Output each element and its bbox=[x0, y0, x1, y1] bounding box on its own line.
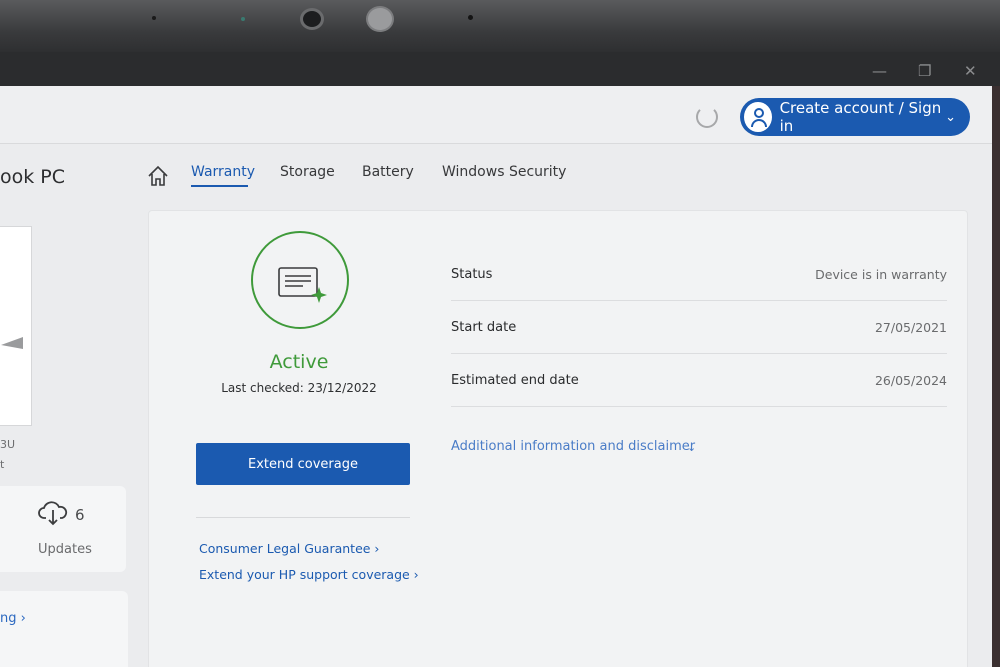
sidebar-card: ng › bbox=[0, 591, 128, 667]
info-value: 26/05/2024 bbox=[874, 373, 947, 388]
info-label: Estimated end date bbox=[451, 373, 579, 388]
tab-warranty[interactable]: Warranty bbox=[191, 164, 255, 180]
bezel-sensor bbox=[152, 16, 156, 20]
laptop-image bbox=[1, 337, 23, 349]
refresh-icon[interactable] bbox=[696, 106, 718, 128]
info-value: 27/05/2021 bbox=[874, 320, 947, 335]
warranty-card: Active Last checked: 23/12/2022 Extend c… bbox=[148, 210, 968, 667]
device-image-card bbox=[0, 226, 32, 426]
info-label: Status bbox=[451, 267, 493, 282]
device-title: ook PC bbox=[0, 166, 66, 188]
info-row-end-date: Estimated end date 26/05/2024 bbox=[451, 355, 947, 407]
device-spec-text: 3U bbox=[0, 438, 16, 451]
warranty-status-text: Active bbox=[269, 351, 329, 373]
bezel-mic bbox=[468, 15, 473, 20]
bezel-sensor-light bbox=[241, 17, 245, 21]
updates-card[interactable]: 6 Updates bbox=[0, 486, 126, 572]
tab-windows-security[interactable]: Windows Security bbox=[442, 164, 566, 180]
active-tab-indicator bbox=[191, 185, 248, 187]
minimize-button[interactable]: — bbox=[872, 62, 887, 80]
close-button[interactable]: ✕ bbox=[964, 62, 977, 80]
device-spec-text: t bbox=[0, 458, 5, 471]
warranty-document-icon bbox=[278, 267, 327, 303]
signin-label: Create account / Sign in bbox=[779, 99, 942, 135]
warranty-badge bbox=[251, 231, 349, 329]
laptop-bezel-side bbox=[992, 86, 1000, 667]
cloud-download-icon bbox=[38, 501, 68, 526]
info-label: Start date bbox=[451, 320, 517, 335]
signin-button[interactable]: Create account / Sign in ⌄ bbox=[740, 98, 970, 136]
updates-count: 6 bbox=[75, 506, 85, 524]
chevron-down-icon[interactable]: ⌄ bbox=[687, 441, 696, 454]
laptop-bezel bbox=[0, 0, 1000, 52]
webcam bbox=[300, 8, 324, 30]
webcam-shutter bbox=[366, 6, 394, 32]
info-row-start-date: Start date 27/05/2021 bbox=[451, 302, 947, 354]
app-header: Create account / Sign in ⌄ bbox=[0, 86, 992, 144]
tab-storage[interactable]: Storage bbox=[280, 164, 335, 180]
sidebar-link[interactable]: ng › bbox=[0, 611, 26, 626]
info-value: Device is in warranty bbox=[815, 267, 947, 282]
info-row-status: Status Device is in warranty bbox=[451, 249, 947, 301]
last-checked-text: Last checked: 23/12/2022 bbox=[221, 381, 377, 395]
divider bbox=[196, 517, 410, 518]
chevron-down-icon: ⌄ bbox=[945, 109, 956, 125]
consumer-legal-guarantee-link[interactable]: Consumer Legal Guarantee › bbox=[199, 541, 379, 556]
maximize-button[interactable]: ❐ bbox=[918, 62, 931, 80]
extend-support-coverage-link[interactable]: Extend your HP support coverage › bbox=[199, 567, 419, 582]
extend-coverage-button[interactable]: Extend coverage bbox=[196, 443, 410, 485]
updates-label: Updates bbox=[38, 542, 92, 557]
home-icon[interactable] bbox=[146, 164, 170, 188]
app-window: Create account / Sign in ⌄ ook PC 3U t 6… bbox=[0, 86, 992, 667]
disclaimer-toggle[interactable]: Additional information and disclaimer bbox=[451, 439, 695, 454]
tab-battery[interactable]: Battery bbox=[362, 164, 414, 180]
user-icon bbox=[744, 102, 772, 132]
window-titlebar bbox=[0, 52, 1000, 88]
